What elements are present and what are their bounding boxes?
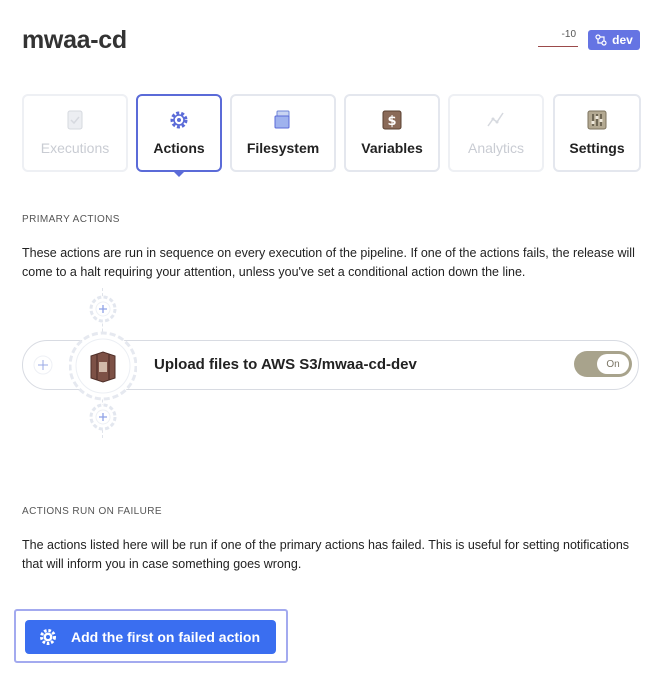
- tab-variables[interactable]: $ Variables: [344, 94, 440, 172]
- sparkline: -10: [538, 29, 578, 49]
- action-label[interactable]: Upload files to AWS S3/mwaa-cd-dev: [154, 356, 417, 373]
- tab-label: Variables: [361, 140, 423, 156]
- tab-label: Filesystem: [246, 140, 320, 156]
- tab-analytics[interactable]: Analytics: [448, 94, 544, 172]
- analytics-icon: [486, 110, 506, 130]
- environment-icon: [595, 34, 607, 46]
- tab-label: Analytics: [467, 140, 525, 156]
- insert-action-before-button[interactable]: [88, 294, 118, 324]
- tab-settings[interactable]: Settings: [553, 94, 641, 172]
- action-node-gear: [68, 331, 138, 401]
- action-node[interactable]: [68, 328, 138, 404]
- tab-actions[interactable]: Actions: [136, 94, 222, 177]
- primary-actions-description: These actions are run in sequence on eve…: [22, 246, 635, 279]
- tab-filesystem[interactable]: Filesystem: [230, 94, 336, 172]
- drag-handle-icon: [33, 355, 53, 375]
- reorder-handle[interactable]: [32, 354, 54, 376]
- add-gear-icon: [89, 295, 117, 323]
- environment-label: dev: [612, 33, 633, 47]
- aws-s3-icon: [90, 351, 116, 383]
- failure-actions-description: The actions listed here will be run if o…: [22, 538, 630, 571]
- failure-actions-heading: ACTIONS RUN ON FAILURE: [22, 506, 162, 517]
- sparkline-value: -10: [561, 29, 576, 40]
- toggle-label: On: [597, 354, 629, 374]
- add-gear-icon: [89, 403, 117, 431]
- pipeline-title: mwaa-cd: [22, 26, 127, 54]
- add-failure-action-button[interactable]: Add the first on failed action: [25, 620, 276, 654]
- tab-label: Actions: [153, 140, 205, 156]
- dollar-icon: $: [382, 110, 402, 130]
- filesystem-icon: [273, 110, 293, 130]
- gear-icon: [169, 110, 189, 130]
- svg-text:$: $: [387, 114, 396, 129]
- executions-icon: [65, 110, 85, 130]
- environment-badge[interactable]: dev: [588, 30, 640, 50]
- sparkline-line: [538, 46, 578, 47]
- settings-icon: [587, 110, 607, 130]
- primary-actions-heading: PRIMARY ACTIONS: [22, 214, 120, 225]
- active-tab-caret: [173, 171, 185, 177]
- add-failure-action-label: Add the first on failed action: [71, 629, 261, 645]
- action-enabled-toggle[interactable]: On: [574, 351, 632, 377]
- insert-action-after-button[interactable]: [88, 402, 118, 432]
- tab-label: Executions: [40, 140, 110, 156]
- tab-executions[interactable]: Executions: [22, 94, 128, 172]
- tab-label: Settings: [569, 140, 625, 156]
- gear-icon: [40, 629, 56, 645]
